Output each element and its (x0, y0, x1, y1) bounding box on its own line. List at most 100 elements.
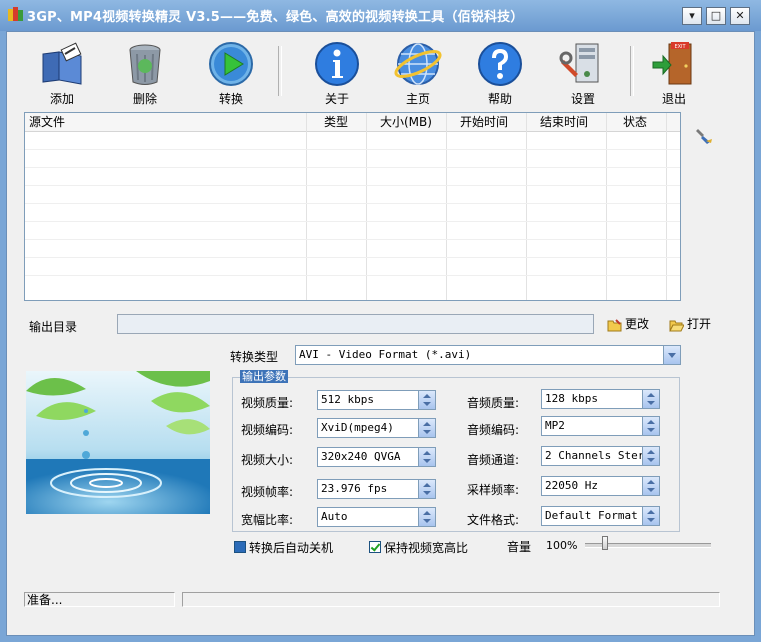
clear-brush-icon[interactable] (695, 127, 713, 145)
spin-arrows-icon[interactable] (642, 477, 659, 495)
about-button[interactable]: 关于 (302, 40, 372, 108)
row-line (25, 203, 680, 204)
play-icon (209, 42, 253, 86)
status-pane-secondary (182, 592, 720, 607)
home-label: 主页 (405, 92, 430, 106)
aspect-ratio-label: 宽幅比率: (241, 513, 294, 527)
spin-arrows-icon[interactable] (642, 447, 659, 465)
column-start-time[interactable]: 开始时间 (460, 114, 508, 130)
exit-label: 退出 (661, 92, 686, 106)
file-format-label: 文件格式: (467, 513, 520, 527)
file-format-value: Default Format (545, 509, 638, 522)
spin-arrows-icon[interactable] (642, 390, 659, 408)
spin-arrows-icon[interactable] (418, 391, 435, 409)
file-format-spinner[interactable]: Default Format (541, 506, 660, 526)
column-type[interactable]: 类型 (324, 114, 348, 130)
audio-channels-label: 音频通道: (467, 453, 520, 467)
aspect-ratio-spinner[interactable]: Auto (317, 507, 436, 527)
delete-button[interactable]: 删除 (110, 40, 180, 108)
sample-rate-spinner[interactable]: 22050 Hz (541, 476, 660, 496)
video-size-label: 视频大小: (241, 453, 294, 467)
computer-settings-icon (559, 43, 599, 83)
minimize-button[interactable]: ▾ (682, 7, 702, 25)
column-divider (526, 113, 527, 300)
open-folder-icon (669, 320, 685, 331)
convert-button[interactable]: 转换 (196, 40, 266, 108)
preview-image (26, 371, 210, 514)
file-list-header: 源文件 类型 大小(MB) 开始时间 结束时间 状态 (25, 113, 680, 132)
home-button[interactable]: 主页 (383, 40, 453, 108)
status-bar: 准备... (24, 592, 720, 608)
settings-label: 设置 (570, 92, 595, 106)
spin-arrows-icon[interactable] (418, 508, 435, 526)
change-dir-label: 更改 (625, 317, 650, 331)
row-line (25, 221, 680, 222)
output-dir-label: 输出目录 (29, 320, 78, 334)
video-quality-spinner[interactable]: 512 kbps (317, 390, 436, 410)
spin-arrows-icon[interactable] (418, 448, 435, 466)
volume-slider-thumb[interactable] (602, 536, 608, 550)
auto-shutdown-label[interactable]: 转换后自动关机 (249, 539, 333, 556)
help-button[interactable]: 帮助 (465, 40, 535, 108)
video-size-value: 320x240 QVGA (321, 450, 401, 463)
keep-aspect-checkbox[interactable] (369, 541, 381, 553)
convert-type-label: 转换类型 (230, 350, 279, 364)
audio-codec-spinner[interactable]: MP2 (541, 416, 660, 436)
output-dir-field[interactable] (117, 314, 594, 334)
question-icon (478, 42, 522, 86)
column-size[interactable]: 大小(MB) (380, 114, 432, 130)
video-codec-value: XviD(mpeg4) (321, 421, 394, 434)
about-label: 关于 (324, 92, 349, 106)
column-divider (306, 113, 307, 300)
delete-label: 删除 (132, 92, 157, 106)
toolbar-separator (278, 46, 282, 96)
column-divider (606, 113, 607, 300)
frame-rate-spinner[interactable]: 23.976 fps (317, 479, 436, 499)
column-status[interactable]: 状态 (623, 114, 647, 130)
keep-aspect-label[interactable]: 保持视频宽高比 (384, 539, 468, 556)
volume-label: 音量 (507, 540, 532, 554)
convert-type-dropdown[interactable]: AVI - Video Format (*.avi) (295, 345, 681, 365)
spin-arrows-icon[interactable] (418, 480, 435, 498)
chevron-down-icon[interactable] (663, 346, 680, 364)
convert-label: 转换 (218, 92, 243, 106)
water-drop-image (26, 371, 210, 514)
auto-shutdown-checkbox[interactable] (234, 541, 246, 553)
change-dir-button[interactable]: 更改 (607, 315, 649, 333)
column-end-time[interactable]: 结束时间 (540, 114, 588, 130)
video-size-spinner[interactable]: 320x240 QVGA (317, 447, 436, 467)
audio-codec-value: MP2 (545, 419, 565, 432)
add-label: 添加 (49, 92, 74, 106)
sample-rate-value: 22050 Hz (545, 479, 598, 492)
svg-text:EXIT: EXIT (674, 44, 686, 50)
volume-value: 100% (546, 539, 578, 552)
audio-channels-value: 2 Channels Stere (545, 449, 651, 462)
title-bar[interactable]: 3GP、MP4视频转换精灵 V3.5——免费、绿色、高效的视频转换工具（佰锐科技… (0, 0, 761, 31)
video-codec-spinner[interactable]: XviD(mpeg4) (317, 418, 436, 438)
add-button[interactable]: 添加 (27, 40, 97, 108)
aspect-ratio-value: Auto (321, 510, 348, 523)
maximize-button[interactable]: □ (706, 7, 726, 25)
help-label: 帮助 (487, 92, 512, 106)
spin-arrows-icon[interactable] (642, 417, 659, 435)
column-source-file[interactable]: 源文件 (29, 114, 65, 130)
audio-quality-spinner[interactable]: 128 kbps (541, 389, 660, 409)
close-button[interactable]: ✕ (730, 7, 750, 25)
settings-button[interactable]: 设置 (548, 40, 618, 108)
row-line (25, 167, 680, 168)
spin-arrows-icon[interactable] (418, 419, 435, 437)
audio-codec-label: 音频编码: (467, 423, 520, 437)
spin-arrows-icon[interactable] (642, 507, 659, 525)
convert-type-value: AVI - Video Format (*.avi) (299, 348, 472, 361)
status-text: 准备... (24, 592, 175, 607)
audio-channels-spinner[interactable]: 2 Channels Stere (541, 446, 660, 466)
info-icon (315, 42, 359, 86)
row-line (25, 239, 680, 240)
video-quality-value: 512 kbps (321, 393, 374, 406)
column-divider (446, 113, 447, 300)
exit-button[interactable]: EXIT 退出 (639, 40, 709, 108)
audio-quality-label: 音频质量: (467, 396, 520, 410)
open-dir-button[interactable]: 打开 (669, 315, 711, 333)
folder-edit-icon (607, 318, 622, 331)
file-list[interactable]: 源文件 类型 大小(MB) 开始时间 结束时间 状态 (24, 112, 681, 301)
